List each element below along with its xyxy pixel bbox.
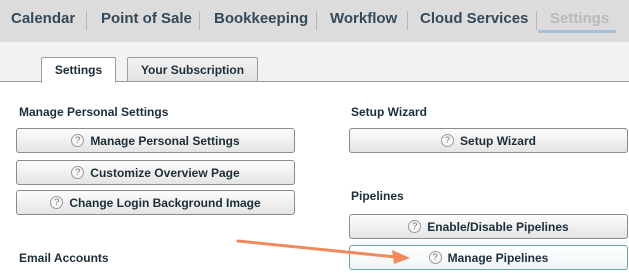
nav-point-of-sale[interactable]: Point of Sale [101, 10, 192, 27]
tab-your-subscription[interactable]: Your Subscription [127, 57, 258, 82]
help-icon: ? [408, 220, 422, 233]
button-label: Customize Overview Page [90, 165, 240, 180]
nav-workflow[interactable]: Workflow [330, 10, 397, 27]
manage-personal-settings-button[interactable]: ? Manage Personal Settings [16, 128, 295, 153]
help-icon: ? [441, 134, 455, 147]
top-navigation: Calendar Point of Sale Bookkeeping Workf… [0, 0, 629, 42]
button-label: Setup Wizard [460, 133, 536, 148]
nav-separator [316, 11, 317, 30]
button-label: Change Login Background Image [69, 195, 261, 210]
active-nav-underline [538, 30, 616, 33]
help-icon: ? [50, 196, 64, 209]
enable-disable-pipelines-button[interactable]: ? Enable/Disable Pipelines [349, 214, 628, 239]
nav-settings[interactable]: Settings [550, 10, 609, 27]
manage-personal-settings-heading: Manage Personal Settings [19, 105, 169, 119]
pipelines-heading: Pipelines [351, 189, 404, 203]
help-icon: ? [71, 166, 85, 179]
email-accounts-heading: Email Accounts [19, 251, 109, 265]
manage-pipelines-button[interactable]: ? Manage Pipelines [349, 245, 628, 270]
nav-separator [407, 11, 408, 30]
change-login-background-button[interactable]: ? Change Login Background Image [16, 190, 295, 215]
nav-separator [536, 11, 537, 30]
button-label: Enable/Disable Pipelines [427, 219, 569, 234]
tab-settings[interactable]: Settings [41, 57, 116, 83]
button-label: Manage Pipelines [447, 250, 549, 265]
help-icon: ? [71, 134, 85, 147]
nav-calendar[interactable]: Calendar [11, 10, 75, 27]
customize-overview-page-button[interactable]: ? Customize Overview Page [16, 160, 295, 185]
nav-bookkeeping[interactable]: Bookkeeping [214, 10, 308, 27]
setup-wizard-heading: Setup Wizard [351, 105, 427, 119]
nav-separator [199, 11, 200, 30]
setup-wizard-button[interactable]: ? Setup Wizard [349, 128, 628, 153]
help-icon: ? [428, 251, 442, 264]
button-label: Manage Personal Settings [90, 133, 240, 148]
nav-cloud-services[interactable]: Cloud Services [420, 10, 528, 27]
nav-separator [86, 11, 87, 30]
